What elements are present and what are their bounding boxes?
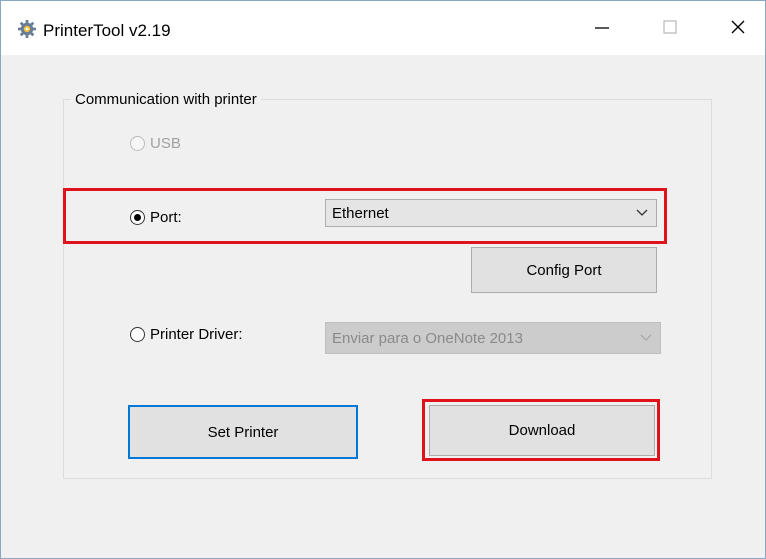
close-button[interactable] — [715, 9, 761, 45]
maximize-button[interactable] — [647, 9, 693, 45]
port-radio-option[interactable]: Port: — [130, 209, 182, 226]
port-label: Port: — [150, 209, 182, 226]
gear-icon — [18, 20, 36, 38]
group-label: Communication with printer — [71, 91, 261, 108]
download-button[interactable]: Download — [429, 405, 655, 456]
maximize-icon — [663, 20, 677, 34]
printer-driver-select-value: Enviar para o OneNote 2013 — [332, 329, 523, 347]
printer-driver-select[interactable]: Enviar para o OneNote 2013 — [325, 322, 661, 354]
config-port-button[interactable]: Config Port — [471, 247, 657, 293]
port-select-value: Ethernet — [332, 204, 389, 222]
minimize-button[interactable] — [579, 9, 625, 45]
close-icon — [731, 20, 745, 34]
printer-driver-radio-option[interactable]: Printer Driver: — [130, 326, 243, 343]
window-title: PrinterTool v2.19 — [43, 21, 171, 40]
minimize-icon — [595, 27, 609, 29]
chevron-down-icon — [636, 209, 648, 216]
port-select[interactable]: Ethernet — [325, 199, 657, 227]
usb-label: USB — [150, 135, 181, 152]
chevron-down-icon — [640, 334, 652, 341]
title-bar: PrinterTool v2.19 — [1, 1, 765, 55]
printertool-window: PrinterTool v2.19 Communication with pri… — [0, 0, 766, 559]
set-printer-button[interactable]: Set Printer — [128, 405, 358, 459]
printer-driver-radio[interactable] — [130, 327, 145, 342]
port-radio[interactable] — [130, 210, 145, 225]
printer-driver-label: Printer Driver: — [150, 326, 243, 343]
usb-radio-option[interactable]: USB — [130, 135, 181, 152]
usb-radio[interactable] — [130, 136, 145, 151]
